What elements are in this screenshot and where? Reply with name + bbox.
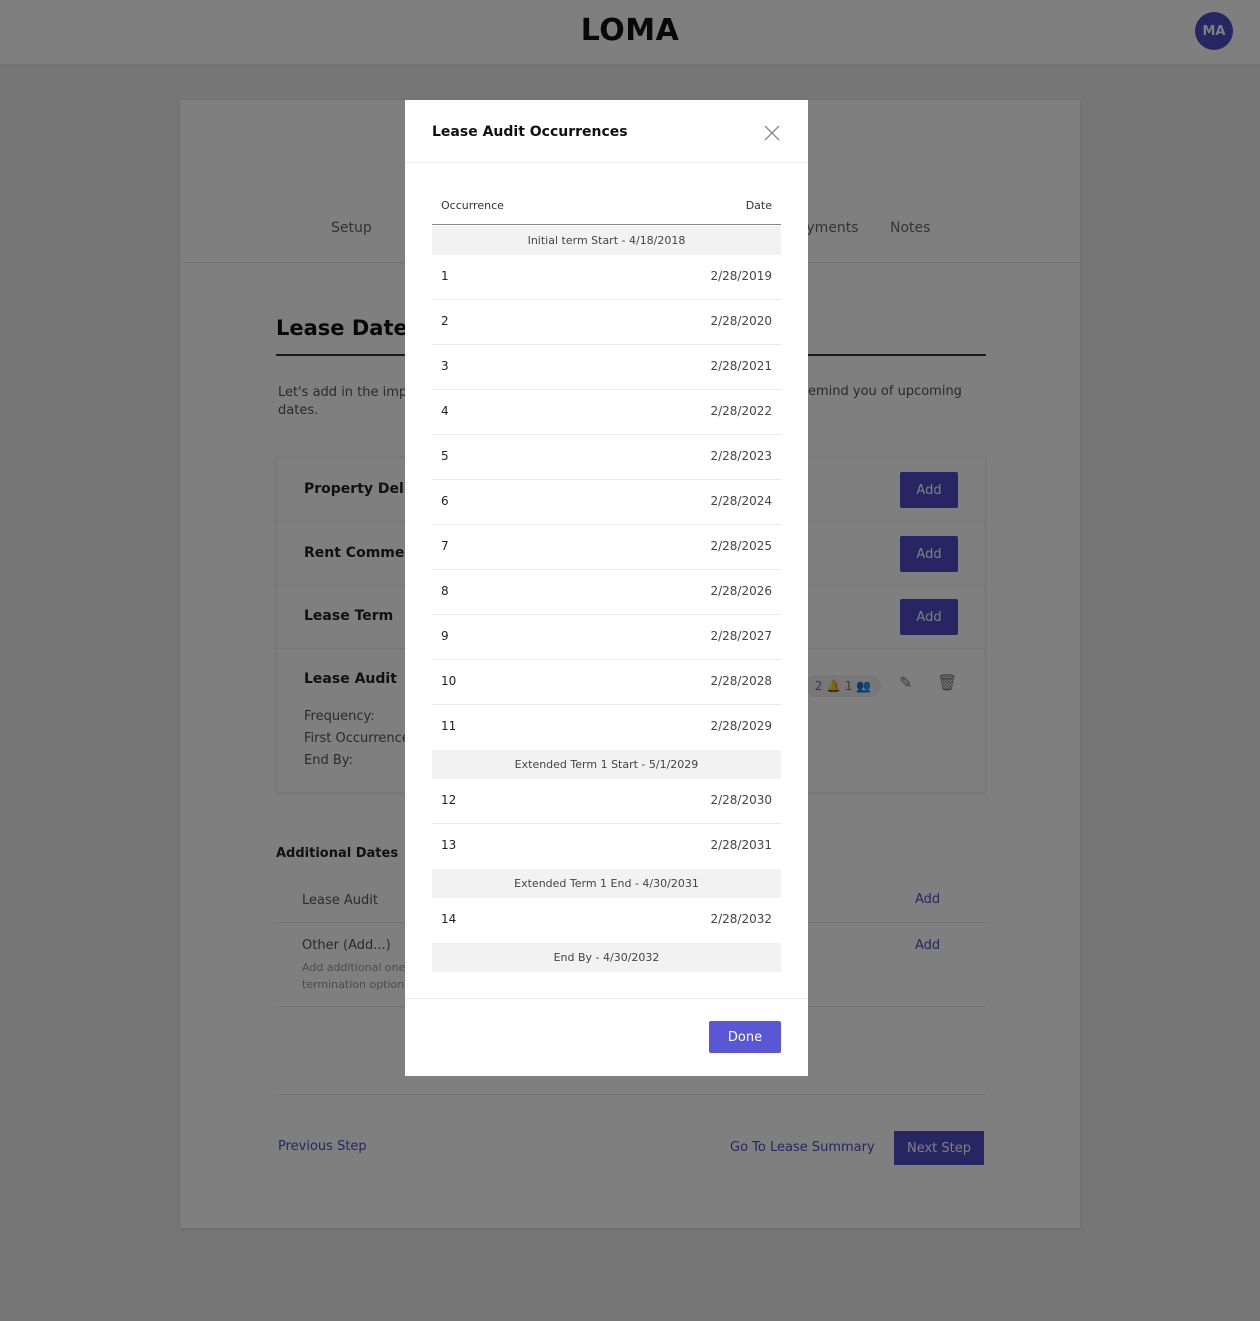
modal-header: Lease Audit Occurrences	[405, 100, 808, 163]
occurrence-date: 2/28/2030	[710, 793, 772, 807]
occurrence-table-header: Occurrence Date	[432, 199, 781, 225]
occurrence-date: 2/28/2032	[710, 912, 772, 926]
occurrence-row: 7 2/28/2025	[432, 525, 781, 570]
term-separator-row: Extended Term 1 End - 4/30/2031	[432, 869, 781, 898]
date-column-header: Date	[745, 199, 772, 212]
occurrence-date: 2/28/2020	[710, 314, 772, 328]
close-icon[interactable]	[763, 124, 781, 142]
occurrence-number: 6	[441, 494, 449, 508]
occurrence-row: 11 2/28/2029	[432, 705, 781, 750]
occurrence-column-header: Occurrence	[441, 199, 504, 212]
occurrence-date: 2/28/2029	[710, 719, 772, 733]
occurrence-date: 2/28/2026	[710, 584, 772, 598]
occurrence-number: 8	[441, 584, 449, 598]
occurrence-date: 2/28/2025	[710, 539, 772, 553]
occurrence-number: 4	[441, 404, 449, 418]
occurrence-date: 2/28/2031	[710, 838, 772, 852]
occurrence-row: 14 2/28/2032	[432, 898, 781, 943]
occurrence-number: 1	[441, 269, 449, 283]
occurrence-row: 12 2/28/2030	[432, 779, 781, 824]
done-button[interactable]: Done	[709, 1021, 781, 1053]
term-separator-row: Initial term Start - 4/18/2018	[432, 226, 781, 255]
occurrence-date: 2/28/2024	[710, 494, 772, 508]
occurrence-number: 9	[441, 629, 449, 643]
occurrence-date: 2/28/2028	[710, 674, 772, 688]
term-separator-row: Extended Term 1 Start - 5/1/2029	[432, 750, 781, 779]
modal-title: Lease Audit Occurrences	[432, 124, 628, 140]
occurrence-date: 2/28/2021	[710, 359, 772, 373]
occurrence-row: 4 2/28/2022	[432, 390, 781, 435]
modal-footer-divider	[405, 998, 808, 999]
occurrence-date: 2/28/2023	[710, 449, 772, 463]
occurrence-row: 3 2/28/2021	[432, 345, 781, 390]
occurrence-number: 5	[441, 449, 449, 463]
occurrence-row: 8 2/28/2026	[432, 570, 781, 615]
lease-audit-occurrences-modal: Lease Audit Occurrences Occurrence Date …	[405, 100, 808, 1076]
occurrence-number: 10	[441, 674, 457, 688]
occurrence-date: 2/28/2022	[710, 404, 772, 418]
occurrence-row: 10 2/28/2028	[432, 660, 781, 705]
occurrence-row: 2 2/28/2020	[432, 300, 781, 345]
occurrence-row: 13 2/28/2031	[432, 824, 781, 869]
occurrence-row: 6 2/28/2024	[432, 480, 781, 525]
occurrence-number: 11	[441, 719, 457, 733]
occurrence-table-body: Initial term Start - 4/18/2018 1 2/28/2019…	[432, 226, 781, 972]
occurrence-date: 2/28/2019	[710, 269, 772, 283]
term-separator-row: End By - 4/30/2032	[432, 943, 781, 972]
occurrence-number: 12	[441, 793, 457, 807]
occurrence-number: 13	[441, 838, 457, 852]
occurrence-row: 1 2/28/2019	[432, 255, 781, 300]
occurrence-date: 2/28/2027	[710, 629, 772, 643]
occurrence-row: 5 2/28/2023	[432, 435, 781, 480]
occurrence-number: 7	[441, 539, 449, 553]
occurrence-number: 14	[441, 912, 457, 926]
occurrence-number: 2	[441, 314, 449, 328]
occurrence-row: 9 2/28/2027	[432, 615, 781, 660]
occurrence-number: 3	[441, 359, 449, 373]
